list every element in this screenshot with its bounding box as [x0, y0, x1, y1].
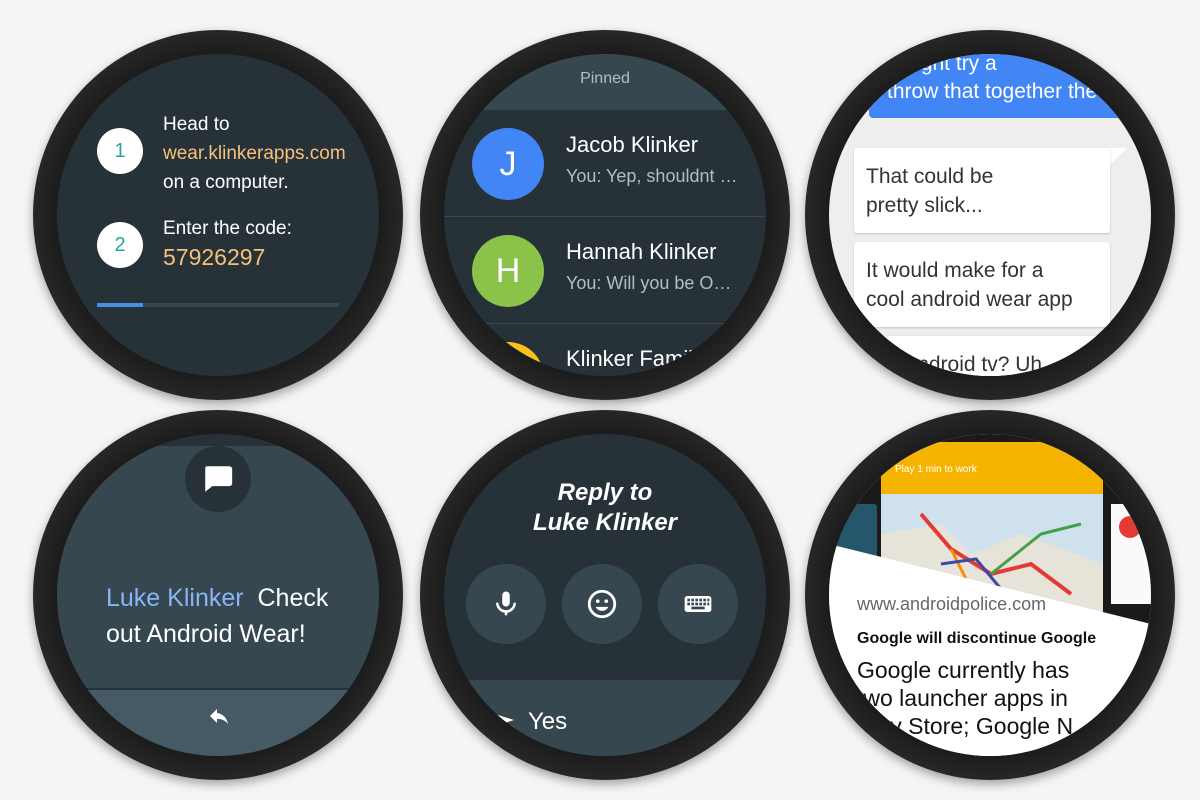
smart-reply-yes[interactable]: Yes: [444, 680, 766, 756]
notification-message: Luke Klinker Check out Android Wear!: [106, 580, 328, 652]
sent-line2: throw that together the: [887, 80, 1098, 103]
keyboard-icon: [684, 596, 712, 612]
sent-message-text: I might try a throw that together the: [887, 54, 1097, 106]
watch-notification-screen: Luke Klinker Check out Android Wear!: [57, 434, 379, 756]
watch-article-screen: Play 1 min to work www.androidpolice.com…: [829, 434, 1151, 756]
keyboard-reply-button[interactable]: [658, 564, 738, 644]
received1-line2: pretty slick...: [866, 194, 983, 217]
sent-line1: I might try a: [887, 54, 997, 75]
received-message-text: d android tv? Uh: [888, 353, 1043, 376]
step-2-badge: 2: [97, 222, 143, 268]
emoji-icon: [587, 589, 617, 619]
reply-action-bar[interactable]: [57, 690, 379, 756]
watch-reply-screen: Reply to Luke Klinker Yes: [444, 434, 766, 756]
conversation-item-hannah[interactable]: H Hannah Klinker You: Will you be OK wit…: [444, 217, 766, 323]
watch-thread-screen: I might try a throw that together the Th…: [829, 54, 1151, 376]
conversation-item-jacob[interactable]: J Jacob Klinker You: Yep, shouldnt be to…: [444, 110, 766, 216]
received2-line2: cool android wear app: [866, 288, 1073, 311]
received1-line1: That could be: [866, 165, 994, 188]
article-body-line3: Play Store; Google N: [857, 713, 1074, 739]
bubble-tail: [1109, 148, 1127, 166]
conversation-snippet: You: Will you be OK with that: [566, 273, 742, 293]
avatar: J: [472, 128, 544, 200]
notification-text-line1: Check: [257, 584, 329, 612]
setup-code: 57926297: [163, 244, 266, 270]
step-2-label: Enter the code:: [163, 218, 292, 239]
conversation-item-family[interactable]: Klinker Family: [444, 324, 766, 376]
received-message-bubble: That could be pretty slick...: [854, 148, 1110, 233]
conversation-snippet: You: Yep, shouldnt be too bad: [566, 166, 742, 186]
watch-notification: Luke Klinker Check out Android Wear!: [33, 410, 403, 780]
watch-setup: 1 Head to wear.klinkerapps.com on a comp…: [33, 30, 403, 400]
message-icon: [185, 446, 251, 512]
conversation-name: Hannah Klinker: [566, 239, 717, 264]
notification-sender: Luke Klinker: [106, 584, 244, 612]
watch-reply: Reply to Luke Klinker Yes: [420, 410, 790, 780]
setup-progress-fill: [97, 303, 143, 307]
received2-line1: It would make for a: [866, 259, 1044, 282]
pinned-label: Pinned: [580, 70, 630, 87]
reply-title: Reply to Luke Klinker: [444, 478, 766, 538]
conversation-name: Jacob Klinker: [566, 132, 699, 157]
step-1-text: Head to wear.klinkerapps.com on a comput…: [163, 110, 346, 197]
article-body-line2: two launcher apps in: [857, 685, 1068, 711]
smart-reply-text: Yes: [528, 708, 568, 735]
send-icon: [482, 710, 514, 730]
watch-thread: I might try a throw that together the Th…: [805, 30, 1175, 400]
setup-url-link[interactable]: wear.klinkerapps.com: [163, 139, 346, 168]
received-message-text: That could be pretty slick...: [866, 162, 993, 220]
notification-text-line2: out Android Wear!: [106, 620, 306, 648]
step-2-text: Enter the code: 57926297: [163, 214, 292, 272]
article-body-line1: Google currently has: [857, 657, 1070, 683]
reply-title-line2: Luke Klinker: [532, 509, 678, 536]
emoji-reply-button[interactable]: [562, 564, 642, 644]
reply-icon[interactable]: [207, 704, 231, 728]
watch-article: Play 1 min to work www.androidpolice.com…: [805, 410, 1175, 780]
watch-conversations: Pinned J Jacob Klinker You: Yep, shouldn…: [420, 30, 790, 400]
received-message-bubble: It would make for a cool android wear ap…: [854, 242, 1110, 327]
article-source-url[interactable]: www.androidpolice.com: [857, 594, 1046, 615]
reply-title-line1: Reply to: [557, 479, 653, 506]
step-1-line1: Head to: [163, 114, 230, 135]
microphone-icon: [496, 591, 516, 616]
sent-message-bubble: I might try a throw that together the: [869, 54, 1131, 118]
avatar: H: [472, 235, 544, 307]
received-message-bubble: d android tv? Uh: [854, 336, 1110, 376]
watch-conversations-screen: Pinned J Jacob Klinker You: Yep, shouldn…: [444, 54, 766, 376]
article-headline[interactable]: Google will discontinue Google: [857, 630, 1096, 648]
voice-reply-button[interactable]: [466, 564, 546, 644]
setup-progress-bar: [97, 303, 339, 307]
article-body: Google currently has two launcher apps i…: [857, 656, 1073, 740]
step-1-line3: on a computer.: [163, 172, 289, 193]
step-1-badge: 1: [97, 128, 143, 174]
avatar: [472, 342, 544, 376]
received-message-text: It would make for a cool android wear ap…: [866, 256, 1073, 314]
watch-setup-screen: 1 Head to wear.klinkerapps.com on a comp…: [57, 54, 379, 376]
conversation-name: Klinker Family: [566, 346, 705, 371]
